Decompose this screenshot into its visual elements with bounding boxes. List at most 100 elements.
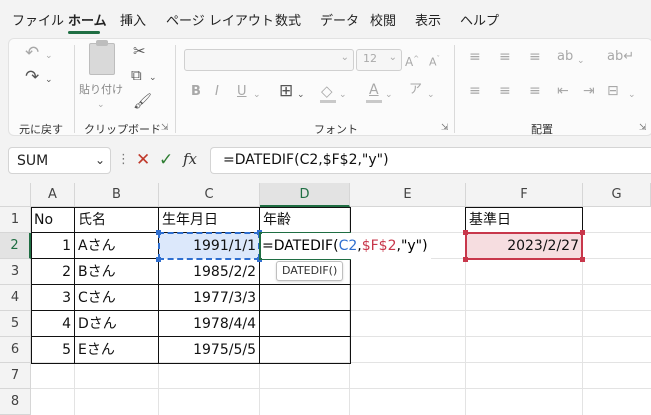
cell-c6[interactable]: 1975/5/5 <box>159 337 259 363</box>
column-header-d[interactable]: D <box>260 183 350 207</box>
row-header-7[interactable]: 7 <box>0 363 31 389</box>
align-left-icon[interactable]: ≡ <box>469 83 481 99</box>
cell-c3[interactable]: 1985/2/2 <box>159 259 259 285</box>
column-header-g[interactable]: G <box>583 183 651 207</box>
column-header-c[interactable]: C <box>159 183 260 207</box>
ref-handle[interactable] <box>580 257 585 262</box>
clipboard-launcher-icon[interactable]: ⇲ <box>161 123 169 133</box>
ref-handle[interactable] <box>156 257 161 262</box>
function-tooltip[interactable]: DATEDIF() <box>276 261 344 281</box>
select-all-corner[interactable] <box>0 183 31 207</box>
phonetic-icon[interactable]: ア <box>409 82 422 98</box>
tab-formulas[interactable]: 数式 <box>275 10 301 29</box>
tab-data[interactable]: データ <box>320 10 359 29</box>
copy-icon[interactable]: ⧉ <box>131 67 142 83</box>
cell-b4[interactable]: Cさん <box>75 285 158 311</box>
align-right-icon[interactable]: ≡ <box>529 83 541 99</box>
paste-dropdown-icon[interactable]: ⌄ <box>97 97 105 113</box>
font-color-dropdown-icon[interactable]: ⌄ <box>385 87 393 103</box>
wrap-text-icon[interactable]: ab↵ <box>607 49 634 65</box>
decrease-indent-icon[interactable]: ⇤ <box>557 83 569 99</box>
cell-a1[interactable]: No <box>31 207 74 233</box>
font-shrink-icon[interactable]: Aˇ <box>429 51 440 71</box>
align-middle-icon[interactable]: ≡ <box>499 49 511 65</box>
cell-b5[interactable]: Dさん <box>75 311 158 337</box>
paste-label[interactable]: 貼り付け <box>79 81 123 97</box>
underline-icon[interactable]: U <box>237 84 247 100</box>
tab-view[interactable]: 表示 <box>415 10 441 29</box>
cell-a5[interactable]: 4 <box>31 311 74 337</box>
tab-page-layout[interactable]: ページ レイアウト <box>166 10 274 29</box>
cell-c4[interactable]: 1977/3/3 <box>159 285 259 311</box>
paste-icon[interactable] <box>89 40 115 75</box>
font-name-combo[interactable]: ⌄ <box>184 49 354 71</box>
row-header-4[interactable]: 4 <box>0 285 31 311</box>
cell-d2-editing[interactable]: =DATEDIF(C2,$F$2,"y") <box>262 233 431 259</box>
row-header-3[interactable]: 3 <box>0 259 31 285</box>
redo-icon[interactable]: ↷ <box>25 69 39 86</box>
alignment-launcher-icon[interactable]: ⇲ <box>639 123 647 133</box>
tab-help[interactable]: ヘルプ <box>460 10 499 29</box>
insert-function-icon[interactable]: fx <box>183 150 197 168</box>
column-header-a[interactable]: A <box>31 183 75 207</box>
cell-d1[interactable]: 年齢 <box>260 207 349 233</box>
align-bottom-icon[interactable]: ≡ <box>529 49 541 65</box>
italic-icon[interactable]: I <box>215 84 219 100</box>
copy-dropdown-icon[interactable]: ⌄ <box>149 70 157 86</box>
format-painter-icon[interactable]: 🖌 <box>133 93 152 109</box>
formula-input[interactable]: =DATEDIF(C2,$F$2,"y") <box>210 147 651 174</box>
cut-icon[interactable]: ✂ <box>133 43 146 59</box>
cell-a2[interactable]: 1 <box>31 233 74 259</box>
cancel-icon[interactable]: ✕ <box>136 150 150 170</box>
column-header-b[interactable]: B <box>75 183 159 207</box>
row-header-1[interactable]: 1 <box>0 207 31 233</box>
fill-color-icon[interactable]: ◇ <box>321 83 333 99</box>
fill-color-dropdown-icon[interactable]: ⌄ <box>339 87 347 103</box>
row-header-5[interactable]: 5 <box>0 311 31 337</box>
cell-a6[interactable]: 5 <box>31 337 74 363</box>
ref-handle[interactable] <box>463 257 468 262</box>
font-size-combo[interactable]: 12 ⌄ <box>356 49 402 71</box>
font-launcher-icon[interactable]: ⇲ <box>441 123 449 133</box>
chevron-down-icon[interactable]: ⌄ <box>95 153 105 167</box>
border-dropdown-icon[interactable]: ⌄ <box>297 87 305 103</box>
row-header-8[interactable]: 8 <box>0 389 31 415</box>
cell-c1[interactable]: 生年月日 <box>159 207 259 233</box>
phonetic-dropdown-icon[interactable]: ⌄ <box>427 87 435 103</box>
cell-a3[interactable]: 2 <box>31 259 74 285</box>
font-color-icon[interactable]: A <box>369 82 379 98</box>
merge-center-icon[interactable]: ⊟ <box>607 83 619 99</box>
ref-handle[interactable] <box>463 230 468 235</box>
increase-indent-icon[interactable]: ⇥ <box>583 83 595 99</box>
font-grow-icon[interactable]: A^ <box>405 51 419 70</box>
undo-icon[interactable]: ↶ <box>25 45 39 62</box>
row-header-2[interactable]: 2 <box>0 233 31 259</box>
orientation-dropdown-icon[interactable]: ⌄ <box>577 53 585 69</box>
tab-insert[interactable]: 挿入 <box>120 10 146 29</box>
orientation-icon[interactable]: ab <box>557 49 573 65</box>
tab-home[interactable]: ホーム <box>68 10 107 29</box>
cell-a4[interactable]: 3 <box>31 285 74 311</box>
border-icon[interactable]: ⊞ <box>279 83 293 100</box>
underline-dropdown-icon[interactable]: ⌄ <box>253 87 261 103</box>
align-center-icon[interactable]: ≡ <box>499 83 511 99</box>
cell-b6[interactable]: Eさん <box>75 337 158 363</box>
merge-dropdown-icon[interactable]: ⌄ <box>628 87 636 103</box>
align-top-icon[interactable]: ≡ <box>469 49 481 65</box>
tab-review[interactable]: 校閲 <box>370 10 396 29</box>
redo-dropdown-icon[interactable]: ⌄ <box>45 72 53 88</box>
ref-handle[interactable] <box>580 230 585 235</box>
cell-b2[interactable]: Aさん <box>75 233 158 259</box>
cell-c5[interactable]: 1978/4/4 <box>159 311 259 337</box>
name-box[interactable]: SUM ⌄ <box>8 147 111 174</box>
bold-icon[interactable]: B <box>191 84 201 100</box>
column-header-e[interactable]: E <box>350 183 466 207</box>
ref-handle[interactable] <box>156 230 161 235</box>
column-header-f[interactable]: F <box>466 183 583 207</box>
cell-f1[interactable]: 基準日 <box>466 207 582 233</box>
undo-dropdown-icon[interactable]: ⌄ <box>45 48 53 64</box>
cell-b1[interactable]: 氏名 <box>75 207 158 233</box>
enter-icon[interactable]: ✓ <box>159 150 173 170</box>
cell-b3[interactable]: Bさん <box>75 259 158 285</box>
tab-file[interactable]: ファイル <box>12 10 64 29</box>
